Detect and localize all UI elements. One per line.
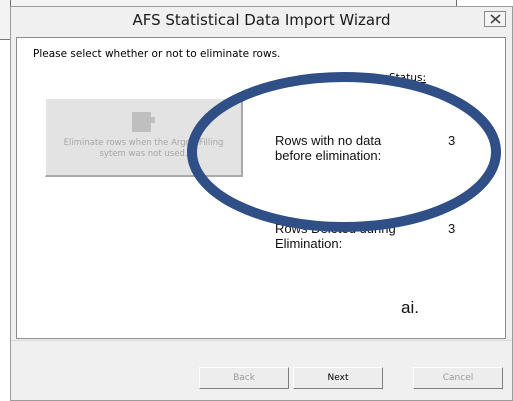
rows-no-data-value: 3 xyxy=(448,133,456,148)
dialog-titlebar[interactable]: AFS Statistical Data Import Wizard xyxy=(11,7,512,33)
eliminate-rows-button-label: Eliminate rows when the Argon Filling sy… xyxy=(63,138,224,159)
footer-separator xyxy=(11,340,512,341)
rows-no-data-label: Rows with no data before elimination: xyxy=(275,133,382,163)
rows-deleted-label: Rows Deleted during Elimination: xyxy=(275,221,396,251)
status-label: Status: xyxy=(389,72,426,84)
eliminate-rows-icon xyxy=(132,112,155,132)
dialog-title: AFS Statistical Data Import Wizard xyxy=(132,11,391,29)
close-icon xyxy=(490,14,501,24)
import-wizard-dialog: AFS Statistical Data Import Wizard Pleas… xyxy=(10,6,513,401)
back-button[interactable]: Back xyxy=(199,367,289,389)
close-button[interactable] xyxy=(484,11,506,27)
annotation-note: ai. xyxy=(401,298,419,317)
wizard-content-panel: Please select whether or not to eliminat… xyxy=(16,37,506,339)
cancel-button[interactable]: Cancel xyxy=(413,367,503,389)
eliminate-rows-button[interactable]: Eliminate rows when the Argon Filling sy… xyxy=(45,98,243,177)
rows-deleted-value: 3 xyxy=(448,221,456,236)
next-button[interactable]: Next xyxy=(293,367,383,389)
instruction-text: Please select whether or not to eliminat… xyxy=(33,48,281,60)
